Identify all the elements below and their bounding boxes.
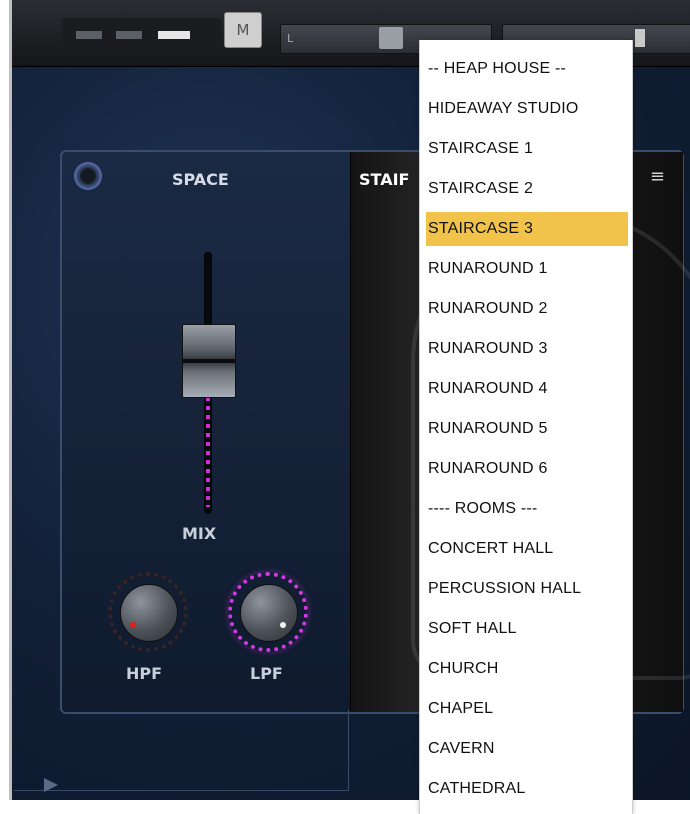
balance-left-label: L [287,32,294,45]
preset-menu-item[interactable]: ---- ROOMS --- [426,492,628,526]
mix-label: MIX [182,524,217,543]
power-button[interactable] [74,162,102,190]
hpf-knob[interactable] [108,572,188,652]
mix-fader-level [206,397,210,507]
preset-menu-item[interactable]: RUNAROUND 5 [426,412,628,446]
view-segment-1[interactable] [76,31,102,39]
preset-menu-item[interactable]: STAIRCASE 3 [426,212,628,246]
preset-menu-item[interactable]: RUNAROUND 6 [426,452,628,486]
preset-menu-item[interactable]: CHURCH [426,652,628,686]
fader-center-line [183,359,235,363]
preset-menu-item[interactable]: STAIRCASE 2 [426,172,628,206]
preset-menu-item[interactable]: CONCERT HALL [426,532,628,566]
volume-handle[interactable] [635,29,645,47]
routing-arrow-icon [44,778,58,792]
mix-fader-handle[interactable] [182,324,236,398]
mono-button[interactable]: M [224,12,262,48]
lpf-knob-body[interactable] [240,584,298,642]
preset-menu-item[interactable]: -- HEAP HOUSE -- [426,52,628,86]
view-segment-2[interactable] [116,31,142,39]
lpf-label: LPF [250,664,283,683]
preset-menu-item[interactable]: PERCUSSION HALL [426,572,628,606]
hpf-label: HPF [126,664,163,683]
view-switch[interactable] [62,18,222,48]
current-preset-name[interactable]: STAIF [359,170,409,189]
preset-menu-item[interactable]: CAVERN [426,732,628,766]
lpf-knob-indicator [280,622,286,628]
preset-menu-item[interactable]: RUNAROUND 2 [426,292,628,326]
hpf-knob-body[interactable] [120,584,178,642]
preset-menu-item[interactable]: CATHEDRAL [426,772,628,806]
preset-dropdown-menu[interactable]: -- HEAP HOUSE -- HIDEAWAY STUDIO STAIRCASE… [419,40,633,814]
preset-menu-item[interactable]: HIDEAWAY STUDIO [426,92,628,126]
preset-menu-item[interactable]: STAIRCASE 1 [426,132,628,166]
lpf-knob[interactable] [228,572,308,652]
window-left-border [0,0,12,814]
menu-icon[interactable]: ≡ [650,168,665,186]
hpf-knob-indicator [130,622,136,628]
app-window: M L SPACE MIX HPF LPF STAIF ≡ -- HEAP HO… [0,0,690,814]
panel-title: SPACE [172,170,229,189]
routing-line [14,710,349,791]
balance-center-icon[interactable] [379,27,403,49]
view-segment-3[interactable] [158,31,190,39]
preset-menu-item[interactable]: CHAPEL [426,692,628,726]
preset-menu-item[interactable]: RUNAROUND 4 [426,372,628,406]
preset-menu-item[interactable]: RUNAROUND 3 [426,332,628,366]
preset-menu-item[interactable]: SOFT HALL [426,612,628,646]
preset-menu-item[interactable]: RUNAROUND 1 [426,252,628,286]
